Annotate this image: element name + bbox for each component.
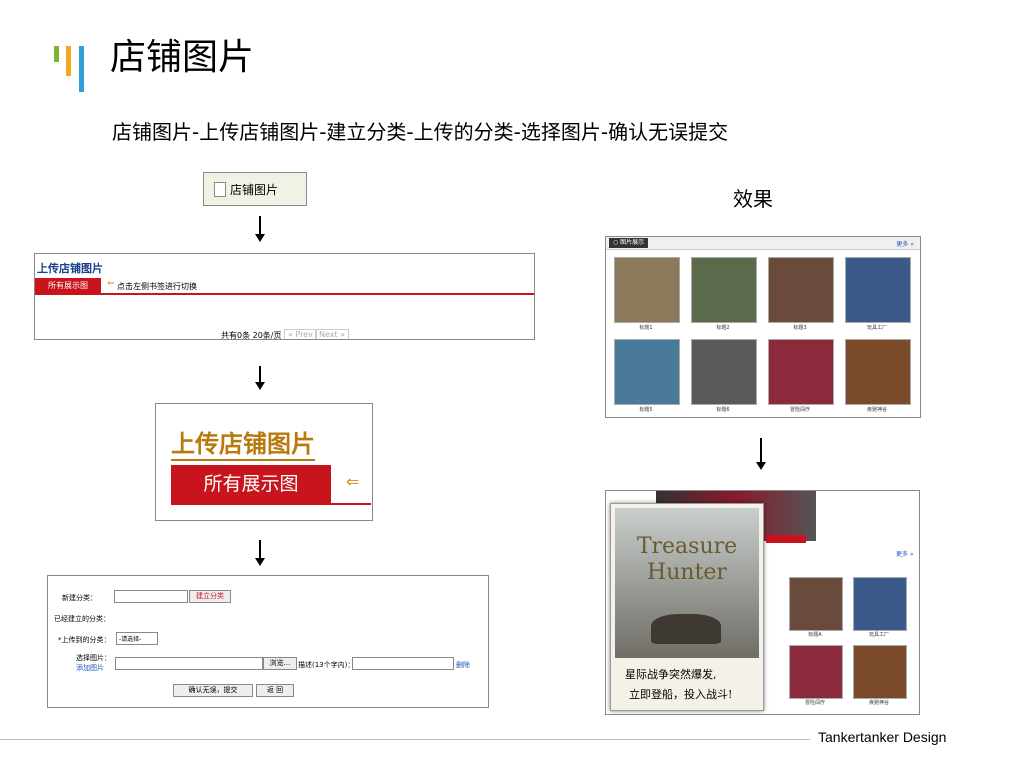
gallery-thumb[interactable]	[768, 339, 834, 405]
new-category-label: 新建分类：	[62, 594, 97, 602]
gallery-more-2[interactable]: 更多 »	[896, 549, 914, 558]
step3-tab[interactable]: 所有展示图	[171, 465, 331, 503]
banner-controls	[766, 535, 806, 543]
ad-title: Treasure Hunter	[636, 534, 738, 585]
popup-panel: 更多 » 标题A 玩具工厂冒险闯疗 疾驰神谷 Treasure Hunter 星际战…	[605, 490, 920, 715]
popup-caption[interactable]: 标题A	[789, 631, 841, 638]
step4-form: 新建分类： 建立分类 已经建立的分类： *上传到的分类： -请选择- 选择图片：…	[47, 575, 489, 708]
step2-panel: 上传店铺图片 所有展示图 ⇐ 点击左侧书签进行切换 共有0条 20条/页 « P…	[34, 253, 535, 340]
back-button[interactable]: 返 回	[256, 684, 294, 697]
gallery-caption[interactable]: 标题1	[608, 324, 684, 331]
effect-label: 效果	[733, 187, 773, 211]
file-path-input[interactable]	[115, 657, 263, 670]
arrow-left-icon: ⇐	[107, 279, 115, 289]
step1-label[interactable]: 店铺图片	[230, 181, 278, 198]
ad-line-1: 星际战争突然爆发,	[625, 668, 717, 681]
popup-thumb[interactable]	[853, 577, 907, 631]
gallery-caption[interactable]: 标题6	[685, 406, 761, 413]
gallery-thumb[interactable]	[691, 339, 757, 405]
description-input[interactable]	[352, 657, 454, 670]
gallery-thumb[interactable]	[614, 339, 680, 405]
gallery-header-text: 图片展示	[620, 239, 645, 246]
gallery-caption[interactable]: 玩具工厂	[839, 324, 915, 331]
footer-divider	[0, 739, 810, 740]
accent-bar-blue	[79, 46, 84, 92]
gallery-caption[interactable]: 标题5	[608, 406, 684, 413]
gallery-caption[interactable]: 冒险闯疗	[762, 406, 838, 413]
popup-caption[interactable]: 玩具工厂	[853, 631, 905, 638]
pager-next[interactable]: Next »	[315, 329, 350, 339]
pager-text: 共有0条 20条/页	[221, 331, 282, 340]
page-title: 店铺图片	[110, 37, 255, 78]
step2-title: 上传店铺图片	[37, 262, 103, 275]
arrow-down-1	[255, 216, 265, 242]
step1-panel: 店铺图片	[203, 172, 307, 206]
red-divider	[35, 293, 534, 295]
create-category-button[interactable]: 建立分类	[189, 590, 231, 603]
arrow-down-3	[255, 540, 265, 566]
new-category-input[interactable]	[114, 590, 188, 603]
arrow-down-2	[255, 366, 265, 390]
pager-prev[interactable]: « Prev	[284, 329, 317, 339]
ship-image	[651, 614, 721, 644]
page-subtitle: 店铺图片-上传店铺图片-建立分类-上传的分类-选择图片-确认无误提交	[112, 120, 729, 144]
submit-button[interactable]: 确认无误，提交	[173, 684, 253, 697]
gallery-caption[interactable]: 标题3	[762, 324, 838, 331]
gallery-caption[interactable]: 疾驰神谷	[839, 406, 915, 413]
gallery-thumb[interactable]	[768, 257, 834, 323]
gallery-thumb[interactable]	[845, 257, 911, 323]
footer-credit: Tankertanker Design	[818, 729, 947, 745]
category-select-value: -请选择-	[119, 636, 142, 643]
step3-divider	[171, 503, 371, 505]
tab-all-images[interactable]: 所有展示图	[35, 278, 101, 293]
gallery-caption[interactable]: 标题2	[685, 324, 761, 331]
add-image-link[interactable]: 添加图片	[76, 663, 104, 673]
accent-bar-green	[54, 46, 59, 62]
category-select[interactable]: -请选择-	[116, 632, 158, 645]
popup-caption[interactable]: 冒险闯疗	[789, 699, 841, 706]
ad-popup[interactable]: Treasure Hunter 星际战争突然爆发, 立即登船，投入战斗!	[610, 503, 764, 711]
gallery-header-bar	[606, 237, 920, 250]
document-icon	[214, 182, 226, 197]
browse-button[interactable]: 浏览...	[263, 657, 297, 670]
description-label: 描述(13个字内)：	[298, 661, 355, 669]
step3-title: 上传店铺图片	[171, 424, 315, 461]
popup-caption[interactable]: 疾驰神谷	[853, 699, 905, 706]
gallery-more[interactable]: 更多 »	[896, 239, 914, 248]
arrow-down-4	[756, 438, 766, 470]
gallery-thumb[interactable]	[614, 257, 680, 323]
popup-thumb[interactable]	[853, 645, 907, 699]
accent-bar-orange	[66, 46, 71, 76]
popup-thumb[interactable]	[789, 645, 843, 699]
popup-thumb[interactable]	[789, 577, 843, 631]
delete-link[interactable]: 删除	[456, 660, 470, 670]
gallery-panel: ○ 图片展示 更多 » 标题1 标题2 标题3 玩具工厂标题5 标题6 冒险闯疗 疾驰神谷	[605, 236, 921, 418]
step3-panel: 上传店铺图片 所有展示图 ⇐	[155, 403, 373, 521]
step2-hint: 点击左侧书签进行切换	[117, 282, 197, 291]
ad-line-2: 立即登船，投入战斗!	[629, 688, 733, 701]
gallery-thumb[interactable]	[691, 257, 757, 323]
gallery-thumb[interactable]	[845, 339, 911, 405]
choose-image-label: 选择图片：	[76, 654, 111, 662]
existing-categories-label: 已经建立的分类：	[54, 615, 110, 623]
arrow-left-icon-large: ⇐	[346, 472, 360, 491]
upload-category-label: *上传到的分类：	[58, 636, 111, 644]
gallery-header: ○ 图片展示	[609, 238, 649, 248]
